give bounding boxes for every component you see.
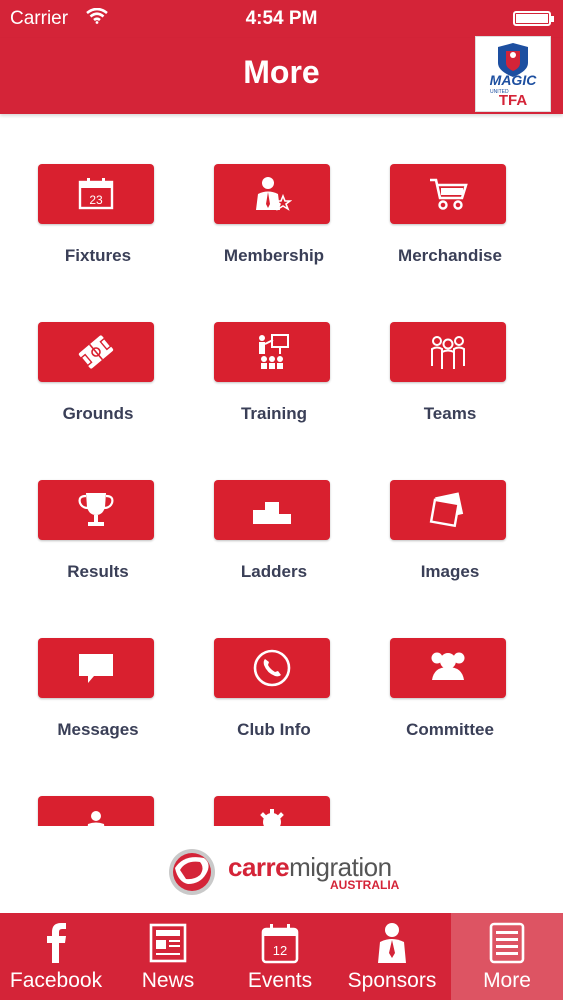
menu-item-training[interactable]: Training bbox=[176, 272, 352, 423]
tab-bar: Facebook News 12 Events Sponsors More bbox=[0, 913, 563, 1000]
calendar-day: 23 bbox=[89, 193, 103, 207]
tab-label: Facebook bbox=[9, 969, 103, 992]
more-icon bbox=[489, 922, 525, 964]
status-bar: Carrier 4:54 PM bbox=[0, 0, 563, 38]
images-icon bbox=[429, 492, 464, 528]
results-button[interactable] bbox=[38, 480, 154, 540]
battery-icon bbox=[513, 11, 554, 26]
menu-item-results[interactable]: Results bbox=[0, 430, 176, 581]
menu-item-label: Membership bbox=[223, 246, 325, 265]
tab-facebook[interactable]: Facebook bbox=[0, 913, 112, 1000]
cart-icon bbox=[430, 178, 468, 210]
menu-item-merchandise[interactable]: Merchandise bbox=[352, 114, 528, 265]
podium-icon bbox=[253, 502, 291, 524]
menu-item-teams[interactable]: Teams bbox=[352, 272, 528, 423]
menu-item-label: Club Info bbox=[237, 720, 311, 739]
fixtures-button[interactable]: 23 bbox=[38, 164, 154, 224]
tab-label: Events bbox=[247, 969, 313, 992]
teams-button[interactable] bbox=[390, 322, 506, 382]
status-time: 4:54 PM bbox=[245, 8, 318, 29]
menu-item-label: Fixtures bbox=[64, 246, 132, 265]
sponsor-banner[interactable]: carremigration AUSTRALIA bbox=[0, 826, 563, 913]
menu-item-committee[interactable]: Committee bbox=[352, 588, 528, 739]
team-icon bbox=[431, 336, 465, 369]
club-logo[interactable]: MAGIC UNITED TFA bbox=[475, 36, 551, 112]
trophy-icon bbox=[78, 493, 114, 526]
menu-item-label: Merchandise bbox=[398, 246, 502, 265]
menu-item-label: Training bbox=[240, 404, 308, 423]
gear-icon bbox=[260, 809, 284, 826]
menu-item-images[interactable]: Images bbox=[352, 430, 528, 581]
menu-item-club-info[interactable]: Club Info bbox=[176, 588, 352, 739]
menu-item-partial-2[interactable] bbox=[176, 746, 352, 826]
tab-label: Sponsors bbox=[347, 969, 437, 992]
events-day: 12 bbox=[273, 943, 287, 958]
membership-button[interactable] bbox=[214, 164, 330, 224]
menu-item-label: Teams bbox=[423, 404, 477, 423]
messages-button[interactable] bbox=[38, 638, 154, 698]
merchandise-button[interactable] bbox=[390, 164, 506, 224]
sponsor-brand-sub: AUSTRALIA bbox=[330, 878, 400, 892]
training-button[interactable] bbox=[214, 322, 330, 382]
menu-grid: 23 Fixtures Membership Merchandise Groun… bbox=[0, 114, 563, 826]
menu-item-messages[interactable]: Messages bbox=[0, 588, 176, 739]
tab-events[interactable]: 12 Events bbox=[224, 913, 336, 1000]
brand-part-carre: carre bbox=[228, 852, 290, 882]
menu-item-ladders[interactable]: Ladders bbox=[176, 430, 352, 581]
phone-icon bbox=[253, 649, 291, 687]
tab-more[interactable]: More bbox=[451, 913, 563, 1000]
club-info-button[interactable] bbox=[214, 638, 330, 698]
carre-migration-logo-icon bbox=[169, 849, 215, 895]
grounds-button[interactable] bbox=[38, 322, 154, 382]
logo-text-magic: MAGIC bbox=[490, 72, 538, 88]
member-icon bbox=[256, 177, 292, 211]
images-button[interactable] bbox=[390, 480, 506, 540]
sponsors-icon bbox=[378, 923, 406, 963]
person-icon bbox=[87, 811, 105, 826]
facebook-icon bbox=[47, 923, 66, 963]
tab-label: More bbox=[483, 969, 531, 992]
menu-item-label: Committee bbox=[406, 720, 494, 739]
news-icon bbox=[149, 923, 187, 963]
menu-item-fixtures[interactable]: 23 Fixtures bbox=[0, 114, 176, 265]
menu-item-label: Results bbox=[67, 562, 129, 581]
menu-item-label: Messages bbox=[57, 720, 139, 739]
ladders-button[interactable] bbox=[214, 480, 330, 540]
events-icon: 12 bbox=[261, 924, 299, 964]
menu-item-label: Grounds bbox=[62, 404, 134, 423]
menu-item-grounds[interactable]: Grounds bbox=[0, 272, 176, 423]
training-icon bbox=[259, 334, 289, 369]
tab-sponsors[interactable]: Sponsors bbox=[336, 913, 448, 1000]
field-icon bbox=[78, 335, 114, 369]
menu-item-label: Ladders bbox=[240, 562, 308, 581]
message-icon bbox=[79, 654, 113, 683]
partial-button-1[interactable] bbox=[38, 796, 154, 826]
tab-label: News bbox=[141, 969, 195, 992]
menu-item-partial-1[interactable] bbox=[0, 746, 176, 826]
committee-icon bbox=[431, 652, 465, 680]
calendar-icon: 23 bbox=[78, 178, 114, 210]
committee-button[interactable] bbox=[390, 638, 506, 698]
navigation-bar: More MAGIC UNITED TFA bbox=[0, 36, 563, 114]
menu-item-membership[interactable]: Membership bbox=[176, 114, 352, 265]
partial-button-2[interactable] bbox=[214, 796, 330, 826]
tab-news[interactable]: News bbox=[112, 913, 224, 1000]
logo-text-tfa: TFA bbox=[499, 92, 527, 109]
menu-item-label: Images bbox=[420, 562, 480, 581]
